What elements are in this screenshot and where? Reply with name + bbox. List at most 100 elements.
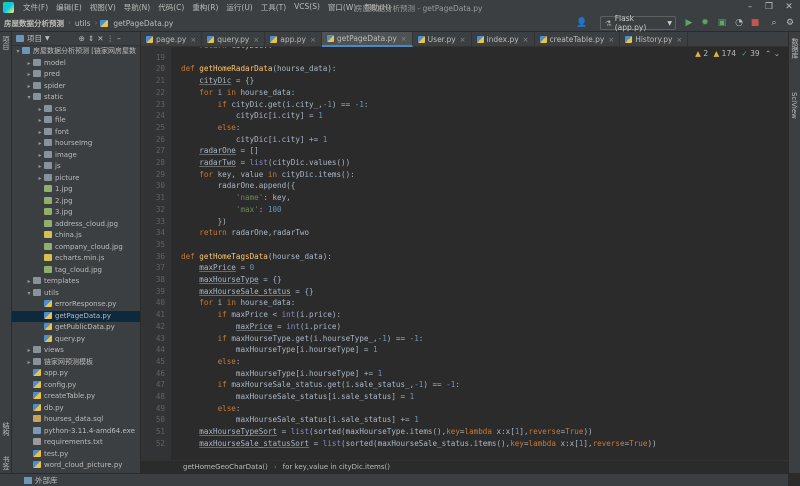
code-line[interactable]: 25 else: — [141, 122, 788, 134]
code-line[interactable]: 51 maxHourseTypeSort = list(sorted(maxHou… — [141, 426, 788, 438]
inspection-widget[interactable]: ▲ 2 ▲ 174 ✓ 39 ⌃ ⌄ — [695, 49, 780, 58]
menu-item[interactable]: 代码(C) — [154, 2, 188, 13]
code-line[interactable]: 49 else: — [141, 403, 788, 415]
close-tab-icon[interactable]: × — [460, 36, 466, 44]
code-line[interactable]: 21 cityDic = {} — [141, 75, 788, 87]
close-tab-icon[interactable]: × — [190, 36, 196, 44]
user-icon[interactable]: 👤 — [576, 17, 588, 29]
chevron-right-icon[interactable]: ▸ — [25, 58, 33, 70]
editor-tab[interactable]: getPageData.py × — [321, 32, 413, 47]
code-editor[interactable]: return cityDic..1920def getHomeRadarData… — [141, 47, 788, 460]
minimize-icon[interactable]: – — [743, 1, 757, 13]
chevron-down-icon[interactable]: ▾ — [25, 92, 33, 104]
tree-item[interactable]: ▸ image — [12, 150, 140, 162]
tree-item[interactable]: ▸ templates — [12, 276, 140, 288]
tree-item[interactable]: word_cloud_picture.py — [12, 460, 140, 472]
tree-item[interactable]: ▸ hourseImg — [12, 138, 140, 150]
tree-item[interactable]: ▸ js — [12, 161, 140, 173]
locate-icon[interactable]: ⊕ — [79, 34, 85, 43]
editor-tab[interactable]: page.py × — [141, 32, 203, 47]
code-line[interactable]: 24 cityDic[i.city] = 1 — [141, 110, 788, 122]
menu-item[interactable]: 文件(F) — [19, 2, 52, 13]
code-line[interactable]: 33}) — [141, 216, 788, 228]
close-icon[interactable]: ✕ — [782, 1, 796, 13]
tree-item[interactable]: address_cloud.jpg — [12, 219, 140, 231]
code-breadcrumb-function[interactable]: getHomeGeoCharData() — [183, 463, 268, 471]
profile-icon[interactable]: ◔ — [733, 17, 745, 29]
breadcrumb-file[interactable]: getPageData.py — [109, 19, 177, 28]
tree-root[interactable]: ▾ 房屋数据分析预测 [链家网房屋数 — [12, 46, 140, 58]
chevron-right-icon[interactable]: ▸ — [36, 115, 44, 127]
code-line[interactable]: 48 maxHourseSale_status[i.sale_status] = … — [141, 391, 788, 403]
chevron-down-icon[interactable]: ▾ — [25, 288, 33, 300]
code-line[interactable]: 35 — [141, 239, 788, 251]
close-tab-icon[interactable]: × — [310, 36, 316, 44]
tree-item[interactable]: ▾ static — [12, 92, 140, 104]
breadcrumb-folder[interactable]: utils — [71, 19, 95, 28]
code-line[interactable]: 36 def getHomeTagsData(hourse_data): — [141, 251, 788, 263]
tree-item[interactable]: python-3.11.4-amd64.exe — [12, 426, 140, 438]
menu-item[interactable]: 视图(V) — [86, 2, 120, 13]
tree-item[interactable]: errorResponse.py — [12, 299, 140, 311]
code-line[interactable]: 20 def getHomeRadarData(hourse_data): — [141, 63, 788, 75]
chevron-right-icon[interactable]: ▸ — [25, 81, 33, 93]
code-line[interactable]: 43 if maxHourseType.get(i.hourseType_,-1)… — [141, 333, 788, 345]
tree-item[interactable]: app.py — [12, 368, 140, 380]
chevron-right-icon[interactable]: ▸ — [36, 104, 44, 116]
tree-item[interactable]: db.py — [12, 403, 140, 415]
stop-icon[interactable]: ■ — [749, 17, 761, 29]
code-line[interactable]: 30 radarOne.append({ — [141, 180, 788, 192]
code-line[interactable]: 44 maxHourseType[i.hourseType] = 1 — [141, 344, 788, 356]
editor-tab[interactable]: User.py × — [413, 32, 472, 47]
tree-item[interactable]: test.py — [12, 449, 140, 461]
code-line[interactable]: 39 maxHourseSale_status = {} — [141, 286, 788, 298]
code-line[interactable]: 23 if cityDic.get(i.city_,-1) == -1: — [141, 99, 788, 111]
menu-item[interactable]: 运行(U) — [222, 2, 256, 13]
tree-item[interactable]: ▸ css — [12, 104, 140, 116]
structure-tool-button[interactable]: 结构 — [1, 422, 11, 436]
code-line[interactable]: 52 maxHourseSale_statusSort = list(sorted… — [141, 438, 788, 450]
tree-item[interactable]: 1.jpg — [12, 184, 140, 196]
tree-item[interactable]: ▸ pred — [12, 69, 140, 81]
code-line[interactable]: 38 maxHourseType = {} — [141, 274, 788, 286]
tree-item[interactable]: requirements.txt — [12, 437, 140, 449]
menu-item[interactable]: 编辑(E) — [52, 2, 86, 13]
tree-item[interactable]: ▸ 链家网预测模板 — [12, 357, 140, 369]
chevron-down-icon[interactable]: ⌄ — [774, 49, 780, 58]
database-tool-button[interactable]: 数据库 — [790, 38, 800, 59]
project-title[interactable]: 项目 — [27, 33, 42, 44]
code-line[interactable]: 37 maxPrice = 0 — [141, 262, 788, 274]
tree-item[interactable]: ▸ model — [12, 58, 140, 70]
expand-all-icon[interactable]: ✕ — [97, 34, 103, 43]
code-line[interactable]: 32 'max': 100 — [141, 204, 788, 216]
menu-item[interactable]: 重构(R) — [188, 2, 222, 13]
menu-item[interactable]: 工具(T) — [257, 2, 290, 13]
tree-item[interactable]: tag_cloud.jpg — [12, 265, 140, 277]
close-tab-icon[interactable]: × — [253, 36, 259, 44]
settings-icon[interactable]: ⚙ — [784, 17, 796, 29]
editor-tab[interactable]: index.py × — [472, 32, 535, 47]
tree-item[interactable]: createTable.py — [12, 391, 140, 403]
chevron-right-icon[interactable]: ▸ — [36, 138, 44, 150]
menu-item[interactable]: 导航(N) — [120, 2, 154, 13]
editor-tab[interactable]: app.py × — [265, 32, 322, 47]
chevron-right-icon[interactable]: ▸ — [36, 127, 44, 139]
tree-item[interactable]: ▸ font — [12, 127, 140, 139]
close-tab-icon[interactable]: × — [676, 36, 682, 44]
code-line[interactable]: 27 radarOne = [] — [141, 145, 788, 157]
code-line[interactable]: 22 for i in hourse_data: — [141, 87, 788, 99]
project-tool-button[interactable]: 项目 — [1, 36, 11, 50]
code-breadcrumb-statement[interactable]: for key,value in cityDic.items() — [283, 463, 390, 471]
tree-item[interactable]: query.py — [12, 334, 140, 346]
coverage-icon[interactable]: ▣ — [716, 17, 728, 29]
sciview-tool-button[interactable]: SciView — [790, 92, 798, 119]
tree-item[interactable]: ▸ file — [12, 115, 140, 127]
chevron-down-icon[interactable]: ▼ — [45, 35, 50, 42]
code-line[interactable]: 50 maxHourseSale_status[i.sale_status] +=… — [141, 414, 788, 426]
tree-item[interactable]: china.js — [12, 230, 140, 242]
code-line[interactable]: 34 return radarOne,radarTwo — [141, 227, 788, 239]
chevron-right-icon[interactable]: ▸ — [25, 276, 33, 288]
code-line[interactable]: 46 maxHourseType[i.hourseType] += 1 — [141, 368, 788, 380]
chevron-right-icon[interactable]: ▸ — [25, 69, 33, 81]
close-tab-icon[interactable]: × — [608, 36, 614, 44]
